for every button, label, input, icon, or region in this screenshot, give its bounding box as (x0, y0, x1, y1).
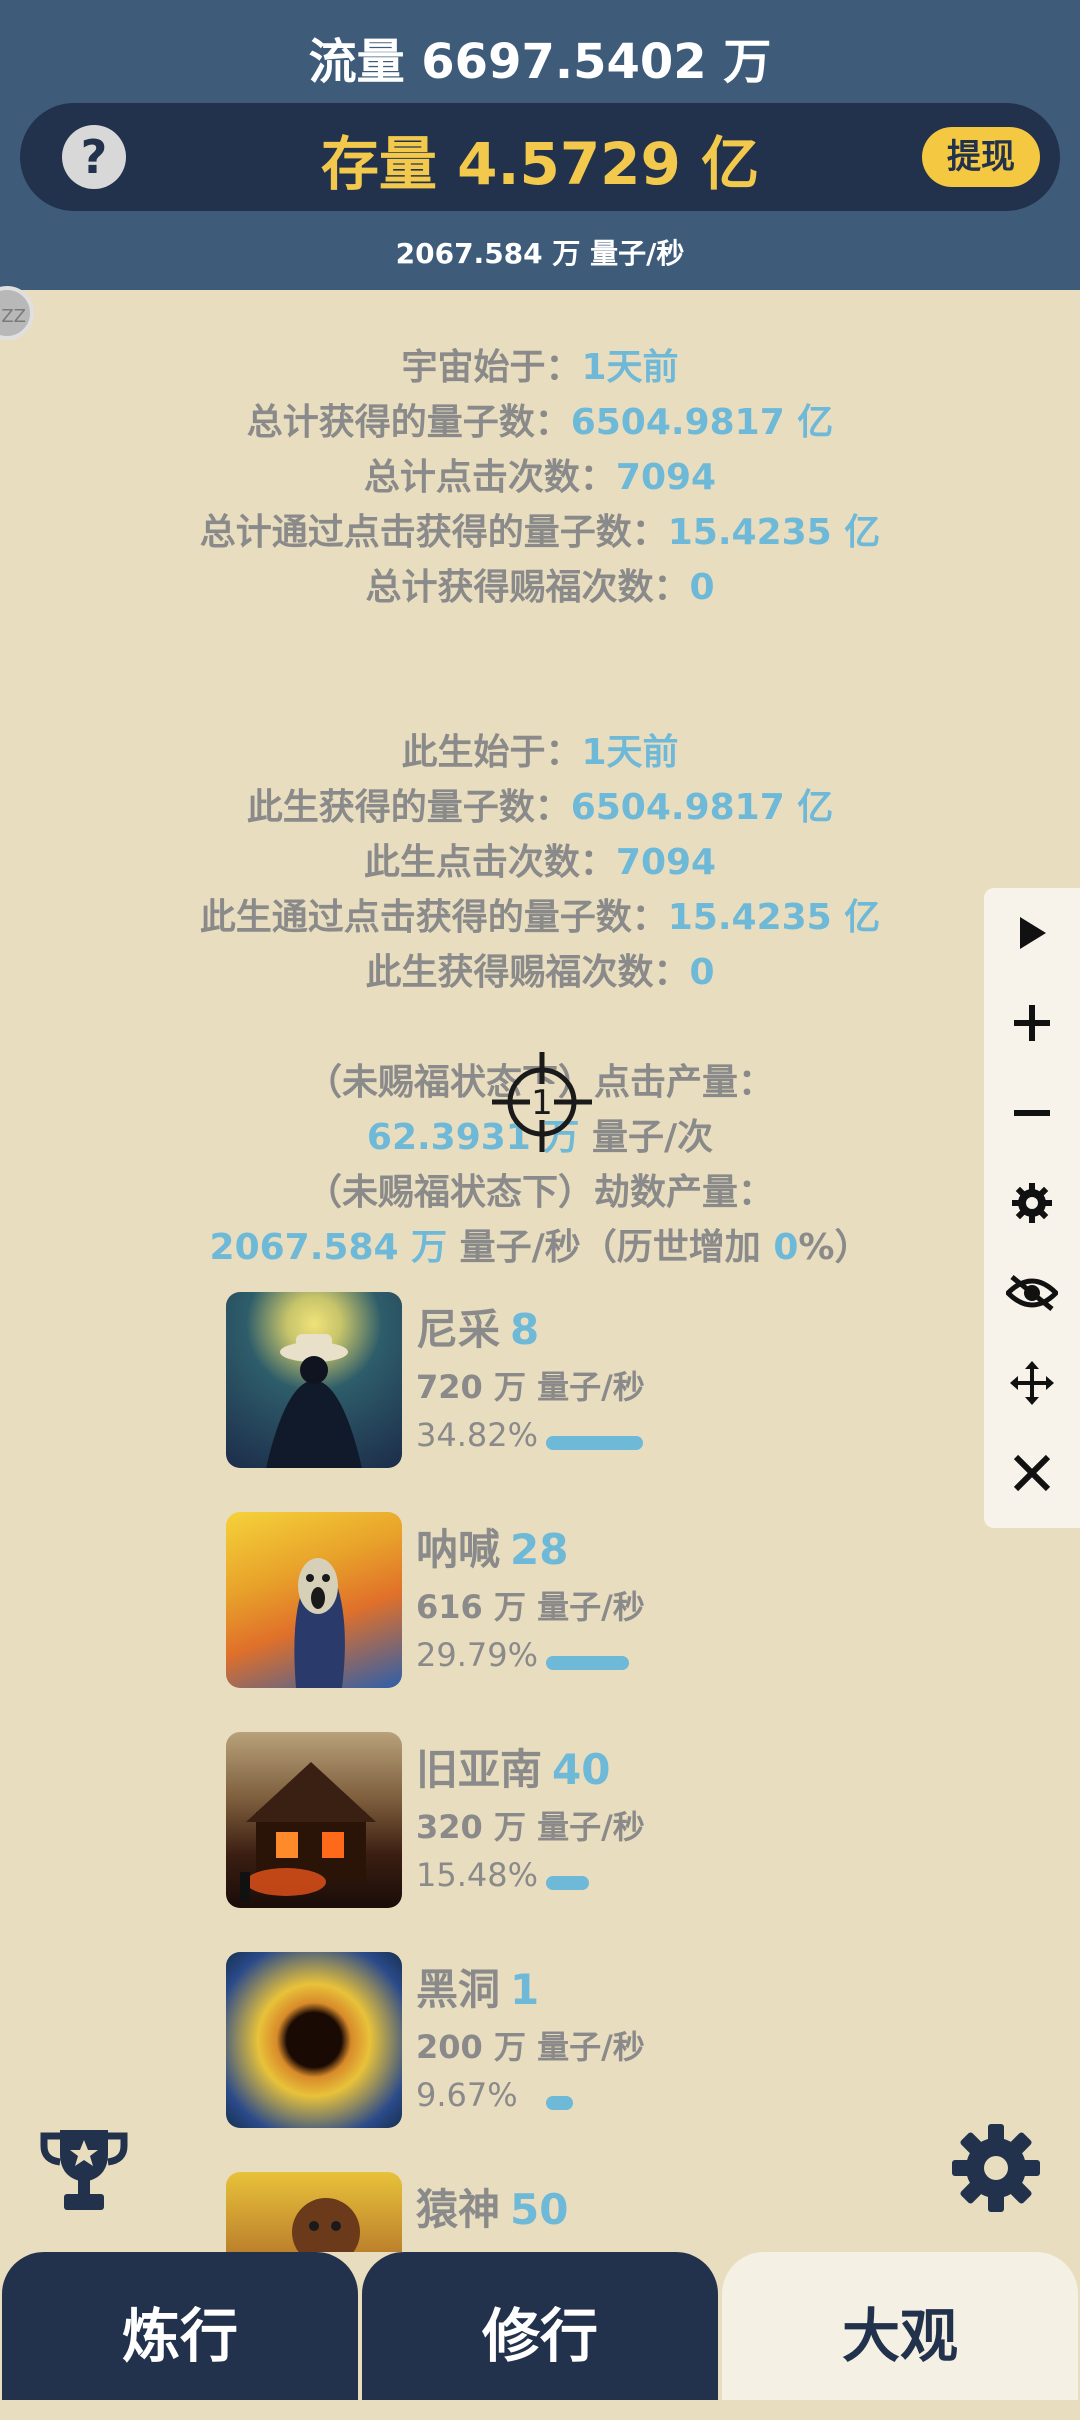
generator-production: 200 万 量子/秒 (416, 2028, 645, 2066)
kalpa-output-label: （未赐福状态下）劫数产量： (305, 1172, 774, 1213)
stat-total-blessings: 总计获得赐福次数：0 (365, 567, 715, 608)
generator-item[interactable]: 呐喊 28 616 万 量子/秒 29.79% (226, 1512, 876, 1692)
stat-total-clicks: 总计点击次数：7094 (363, 457, 717, 498)
generator-name: 尼采 8 (416, 1305, 540, 1354)
generator-production: 320 万 量子/秒 (416, 1808, 645, 1846)
generator-production: 720 万 量子/秒 (416, 1368, 645, 1406)
stat-life-blessings: 此生获得赐福次数：0 (365, 952, 715, 993)
generator-item[interactable]: 尼采 8 720 万 量子/秒 34.82% (226, 1292, 876, 1472)
generator-percent: 34.82% (416, 1416, 539, 1454)
generator-name: 黑洞 1 (416, 1965, 540, 2014)
generator-item[interactable]: 猿神 50 (226, 2172, 876, 2252)
tab-daguan[interactable]: 大观 (722, 2252, 1078, 2400)
kalpa-output: 2067.584 万 量子/秒（历世增加 0%） (209, 1227, 871, 1268)
stat-total-click-quanta: 总计通过点击获得的量子数：15.4235 亿 (199, 512, 881, 553)
generator-percent: 9.67% (416, 2076, 518, 2114)
generator-percent: 29.79% (416, 1636, 539, 1674)
generator-percent: 15.48% (416, 1856, 539, 1894)
generator-name: 猿神 50 (416, 2185, 569, 2234)
crosshair-icon: 1 (492, 1052, 592, 1152)
generator-name: 呐喊 28 (416, 1525, 569, 1574)
generator-share-bar (546, 2096, 573, 2110)
trophy-icon[interactable] (36, 2120, 132, 2216)
stat-life-click-quanta: 此生通过点击获得的量子数：15.4235 亿 (199, 897, 881, 938)
tab-xiuxing[interactable]: 修行 (362, 2252, 718, 2400)
generator-share-bar (546, 1656, 629, 1670)
generator-image (226, 2172, 402, 2252)
stat-universe: 宇宙始于：1天前 (401, 347, 679, 388)
generator-share-bar (546, 1436, 643, 1450)
generator-item[interactable]: 黑洞 1 200 万 量子/秒 9.67% (226, 1952, 876, 2132)
minus-icon[interactable] (984, 1068, 1080, 1158)
move-icon[interactable] (984, 1338, 1080, 1428)
stat-life: 此生始于：1天前 (401, 732, 679, 773)
play-icon[interactable] (984, 888, 1080, 978)
stat-total-quanta: 总计获得的量子数：6504.9817 亿 (246, 402, 834, 443)
generator-name: 旧亚南 40 (416, 1745, 611, 1794)
generator-image (226, 1292, 402, 1468)
stat-life-quanta: 此生获得的量子数：6504.9817 亿 (246, 787, 834, 828)
header: 流量 6697.5402 万 ? 存量 4.5729 亿 提现 2067.584… (0, 0, 1080, 290)
generator-share-bar (546, 1876, 589, 1890)
flow-text: 流量 6697.5402 万 (308, 34, 772, 90)
generator-image (226, 1732, 402, 1908)
plus-icon[interactable] (984, 978, 1080, 1068)
tab-lianxing[interactable]: 炼行 (2, 2252, 358, 2400)
withdraw-button[interactable]: 提现 (922, 127, 1040, 187)
generator-image (226, 1512, 402, 1688)
stat-life-clicks: 此生点击次数：7094 (363, 842, 717, 883)
close-icon[interactable] (984, 1428, 1080, 1518)
control-panel (984, 888, 1080, 1528)
generator-image (226, 1952, 402, 2128)
eye-off-icon[interactable] (984, 1248, 1080, 1338)
crosshair-number: 1 (531, 1083, 553, 1123)
side-badge[interactable]: ZZ (0, 286, 34, 340)
gear-icon[interactable] (984, 1158, 1080, 1248)
settings-gear-icon[interactable] (948, 2120, 1044, 2216)
generator-production: 616 万 量子/秒 (416, 1588, 645, 1626)
generator-item[interactable]: 旧亚南 40 320 万 量子/秒 15.48% (226, 1732, 876, 1912)
rate-text: 2067.584 万 量子/秒 (395, 237, 685, 270)
stock-bar: ? 存量 4.5729 亿 提现 (20, 103, 1060, 211)
stock-text: 存量 4.5729 亿 (320, 130, 760, 198)
